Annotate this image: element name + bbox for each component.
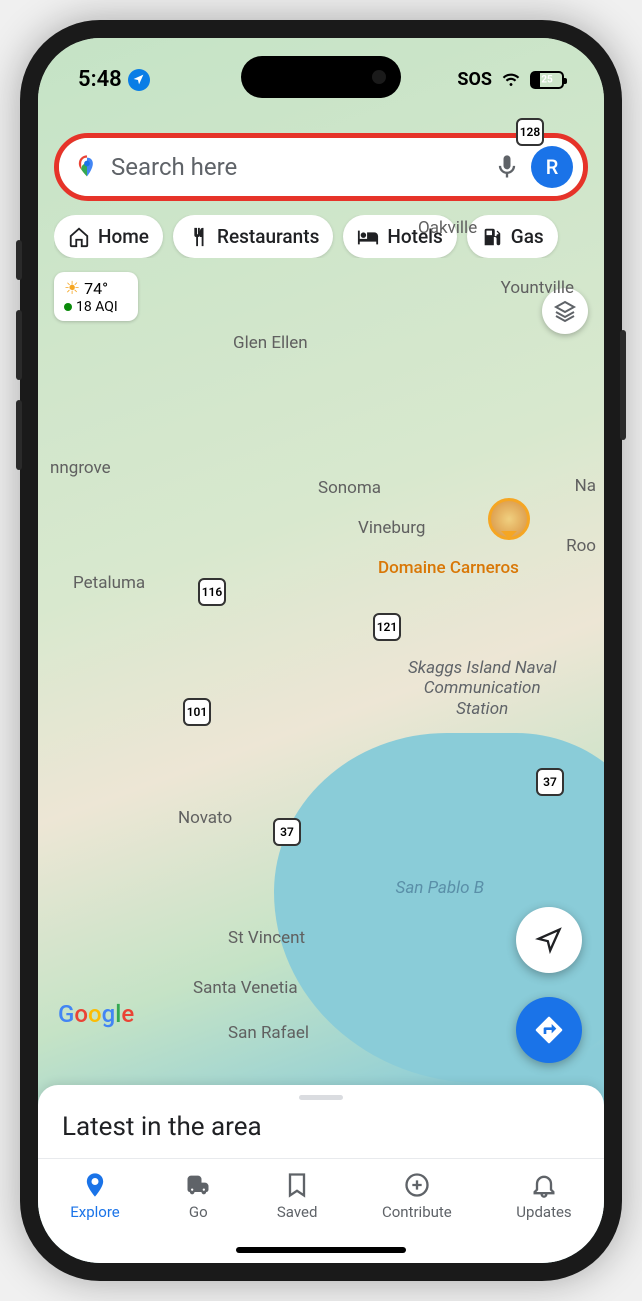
- map-label: nngrove: [50, 458, 111, 478]
- route-shield: 128: [516, 118, 544, 146]
- home-indicator[interactable]: [236, 1247, 406, 1253]
- map-label: San Pablo B: [396, 878, 484, 898]
- power-button: [620, 330, 626, 440]
- navigation-arrow-icon: [535, 926, 563, 954]
- volume-down-button: [16, 400, 22, 470]
- directions-button[interactable]: [516, 997, 582, 1063]
- account-avatar[interactable]: R: [531, 146, 573, 188]
- directions-icon: [533, 1014, 565, 1046]
- search-highlight-annotation: Search here R: [54, 133, 588, 201]
- explore-icon: [81, 1171, 109, 1199]
- nav-updates[interactable]: Updates: [516, 1171, 571, 1263]
- map-label: Skaggs Island Naval Communication Statio…: [408, 658, 556, 719]
- home-icon: [68, 226, 90, 248]
- restaurant-icon: [187, 226, 209, 248]
- location-services-icon: [128, 69, 150, 91]
- map-label: Sonoma: [318, 478, 381, 498]
- microphone-icon[interactable]: [493, 153, 521, 181]
- bottom-sheet[interactable]: Latest in the area: [38, 1085, 604, 1158]
- map-label: Oakville: [418, 218, 477, 238]
- nav-explore[interactable]: Explore: [70, 1171, 120, 1263]
- temperature: 74°: [84, 279, 108, 298]
- battery-percentage: 25: [541, 74, 552, 85]
- go-icon: [184, 1171, 212, 1199]
- aqi-dot-icon: [64, 303, 72, 311]
- route-shield: 37: [536, 768, 564, 796]
- map-label: Vineburg: [358, 518, 425, 538]
- chip-gas[interactable]: Gas: [467, 215, 558, 258]
- layers-icon: [553, 299, 577, 323]
- route-shield: 116: [198, 578, 226, 606]
- route-shield: 37: [273, 818, 301, 846]
- dynamic-island: [241, 56, 401, 98]
- hotel-icon: [357, 226, 379, 248]
- screen: 5:48 SOS 25 Search here R: [38, 38, 604, 1263]
- saved-icon: [283, 1171, 311, 1199]
- aqi-value: 18 AQI: [76, 299, 118, 315]
- map-label: St Vincent: [228, 928, 305, 948]
- map-poi-label[interactable]: Domaine Carneros: [378, 558, 519, 578]
- google-logo: Google: [58, 1000, 134, 1028]
- status-time: 5:48: [78, 67, 122, 92]
- map-label: Yountville: [501, 278, 574, 298]
- weather-widget[interactable]: ☀74° 18 AQI: [54, 272, 138, 321]
- contribute-icon: [403, 1171, 431, 1199]
- map-label: Roo: [566, 536, 596, 556]
- route-shield: 121: [373, 613, 401, 641]
- route-shield: 101: [183, 698, 211, 726]
- sheet-drag-handle[interactable]: [299, 1095, 343, 1100]
- map-label: Petaluma: [73, 573, 145, 593]
- volume-up-button: [16, 310, 22, 380]
- nav-go[interactable]: Go: [184, 1171, 212, 1263]
- my-location-button[interactable]: [516, 907, 582, 973]
- search-input[interactable]: Search here: [111, 153, 483, 181]
- map-label: Santa Venetia: [193, 978, 298, 998]
- sheet-title: Latest in the area: [62, 1112, 580, 1142]
- search-bar[interactable]: Search here R: [59, 138, 583, 196]
- map-label: San Rafael: [228, 1023, 309, 1043]
- gas-icon: [481, 226, 503, 248]
- battery-icon: 25: [530, 71, 564, 89]
- google-maps-pin-icon: [73, 153, 101, 181]
- chip-home[interactable]: Home: [54, 215, 163, 258]
- chip-restaurants[interactable]: Restaurants: [173, 215, 333, 258]
- wifi-icon: [500, 71, 522, 89]
- map-label: Glen Ellen: [233, 333, 308, 353]
- phone-frame: 5:48 SOS 25 Search here R: [20, 20, 622, 1281]
- poi-marker[interactable]: [488, 498, 530, 540]
- sos-indicator: SOS: [457, 69, 492, 90]
- map-label: Na: [575, 476, 596, 496]
- side-button: [16, 240, 22, 280]
- updates-icon: [530, 1171, 558, 1199]
- category-chips-row[interactable]: Home Restaurants Hotels Gas: [54, 215, 588, 258]
- sun-icon: ☀: [64, 278, 80, 299]
- map-label: Novato: [178, 808, 232, 828]
